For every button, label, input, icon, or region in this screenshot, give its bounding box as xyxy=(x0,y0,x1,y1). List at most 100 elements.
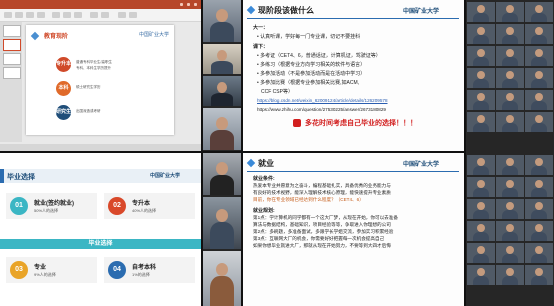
slide-circle: 研究生 xyxy=(56,105,71,120)
participant-thumbnail[interactable] xyxy=(525,68,553,88)
slide-canvas[interactable]: 教育现阶 中国矿业大学 专升本 本科 研究生 普通专科毕业生/高职生 专科、本科… xyxy=(26,25,174,135)
participant-thumbnail[interactable] xyxy=(496,2,524,22)
participant-thumbnail[interactable] xyxy=(496,177,524,197)
participant-video[interactable] xyxy=(203,153,241,195)
option-card: 01 就业(签约就业) 50%人的选择 xyxy=(6,193,97,219)
slide-thumbnail-selected[interactable] xyxy=(3,39,21,51)
ribbon-button[interactable] xyxy=(101,12,109,18)
option-title: 就业(签约就业) xyxy=(34,201,74,207)
ribbon-button[interactable] xyxy=(74,12,82,18)
slide-thumbnail[interactable] xyxy=(3,67,21,79)
maximize-icon[interactable] xyxy=(187,3,190,6)
participant-thumbnail[interactable] xyxy=(525,155,553,175)
participant-thumbnail[interactable] xyxy=(496,46,524,66)
university-logo: 中国矿业大学 xyxy=(138,32,169,38)
participant-thumbnail[interactable] xyxy=(496,68,524,88)
title-divider xyxy=(247,171,459,172)
participant-thumbnail[interactable] xyxy=(467,46,495,66)
section-banner: 毕业选择 xyxy=(0,239,201,249)
participant-video[interactable] xyxy=(203,251,241,306)
ribbon-button[interactable] xyxy=(63,12,71,18)
participant-thumbnail[interactable] xyxy=(467,68,495,88)
participant-thumbnail[interactable] xyxy=(467,199,495,219)
university-logo: 中国矿业大学 xyxy=(403,9,440,15)
participant-thumbnail[interactable] xyxy=(525,46,553,66)
ribbon-button[interactable] xyxy=(52,12,60,18)
slide-thumbnail[interactable] xyxy=(3,25,21,37)
option-card: 03 专业 9%人的选择 xyxy=(6,257,97,283)
slide-thumbnail[interactable] xyxy=(3,53,21,65)
option-title: 专升本 xyxy=(132,201,151,207)
doc-link[interactable]: https://www.zhihu.com/question/27530225/… xyxy=(257,107,386,112)
participant-thumbnail[interactable] xyxy=(467,265,495,285)
doc-line: 课下： xyxy=(253,44,269,50)
participant-thumbnail[interactable] xyxy=(525,221,553,241)
participant-thumbnail[interactable] xyxy=(525,112,553,132)
participant-thumbnail[interactable] xyxy=(496,221,524,241)
participant-thumbnail[interactable] xyxy=(525,2,553,22)
doc-line: 第3点：互联网大厂的机会，你需要好好把握每一次机会提高自己 xyxy=(253,236,385,241)
doc-line: 算法与数据结构，基础知识，项目经验等等，争取进入你理想的公司 xyxy=(253,222,391,227)
option-number: 01 xyxy=(10,197,28,215)
section-icon xyxy=(246,158,256,168)
participant-thumbnail[interactable] xyxy=(525,199,553,219)
slide-title: 毕业选择 xyxy=(7,174,35,181)
doc-line: • 多参加活动（不是参加活动而是在活动中学习） xyxy=(257,71,366,77)
participant-thumbnail[interactable] xyxy=(525,24,553,44)
ribbon-button[interactable] xyxy=(118,12,126,18)
participant-video[interactable] xyxy=(203,76,241,106)
ribbon-button[interactable] xyxy=(4,12,12,18)
participant-thumbnail[interactable] xyxy=(496,155,524,175)
ribbon-button[interactable] xyxy=(37,12,45,18)
doc-line: CCF CSP等） xyxy=(261,89,293,95)
participant-thumbnail[interactable] xyxy=(496,112,524,132)
doc-line: 第1点：学计算机的同学都有一个这大厂梦，从现在开始，你可以去准备 xyxy=(253,215,398,220)
participant-thumbnail[interactable] xyxy=(525,265,553,285)
doc-link[interactable]: https://blog.csdn.net/weixin_62009124/ar… xyxy=(257,98,388,103)
university-logo: 中国矿业大学 xyxy=(150,173,181,179)
option-card: 02 专升本 40%人的选择 xyxy=(104,193,195,219)
ribbon-button[interactable] xyxy=(129,12,137,18)
participant-video[interactable] xyxy=(203,197,241,249)
participant-thumbnail[interactable] xyxy=(496,265,524,285)
participant-video[interactable] xyxy=(203,108,241,150)
close-icon[interactable] xyxy=(194,3,197,6)
participant-video[interactable] xyxy=(203,0,241,42)
slide-text: 硕士研究生学历 xyxy=(76,85,101,89)
participant-thumbnail[interactable] xyxy=(496,199,524,219)
participant-video[interactable] xyxy=(203,44,241,74)
document-panel-employment: 就业 中国矿业大学 就业条件: 热爱本专业并愿意为之奋斗，编程基础扎实，具备优秀… xyxy=(243,153,464,306)
participant-thumbnail[interactable] xyxy=(467,221,495,241)
participant-thumbnail[interactable] xyxy=(467,243,495,263)
option-title: 专业 xyxy=(34,265,47,271)
presentation-editor-panel: 教育现阶 中国矿业大学 专升本 本科 研究生 普通专科毕业生/高职生 专科、本科… xyxy=(0,0,201,151)
participant-thumbnail[interactable] xyxy=(467,155,495,175)
participant-thumbnail[interactable] xyxy=(467,2,495,22)
participant-thumbnail[interactable] xyxy=(496,90,524,110)
participant-thumbnail[interactable] xyxy=(525,90,553,110)
participant-thumbnail[interactable] xyxy=(496,24,524,44)
participant-thumbnail[interactable] xyxy=(467,90,495,110)
doc-heading: 就业条件: xyxy=(253,176,275,182)
participant-thumbnail[interactable] xyxy=(467,177,495,197)
option-number: 02 xyxy=(108,197,126,215)
doc-line: 大一： xyxy=(253,25,269,31)
participant-thumbnail[interactable] xyxy=(525,177,553,197)
university-logo: 中国矿业大学 xyxy=(403,162,440,168)
doc-line: • 多练习（根据专业方向学习相关的软件与语言） xyxy=(257,62,366,68)
participant-thumbnail[interactable] xyxy=(496,243,524,263)
minimize-icon[interactable] xyxy=(180,3,183,6)
doc-title: 现阶段该做什么 xyxy=(258,6,314,15)
slide-text: 普通专科毕业生/高职生 xyxy=(76,60,112,64)
ribbon-button[interactable] xyxy=(90,12,98,18)
participant-thumbnail[interactable] xyxy=(525,243,553,263)
doc-line: • 多参加比赛（根据专业参加相关比赛,如ACM, xyxy=(257,80,360,86)
slide-circle: 专升本 xyxy=(56,57,71,72)
ribbon-button[interactable] xyxy=(15,12,23,18)
slide-decoration-icon xyxy=(30,31,40,41)
participant-thumbnail[interactable] xyxy=(467,24,495,44)
participant-thumbnail[interactable] xyxy=(467,112,495,132)
ribbon-button[interactable] xyxy=(26,12,34,18)
option-share: 40%人的选择 xyxy=(132,208,157,213)
option-share: 1%的选择 xyxy=(132,272,150,277)
